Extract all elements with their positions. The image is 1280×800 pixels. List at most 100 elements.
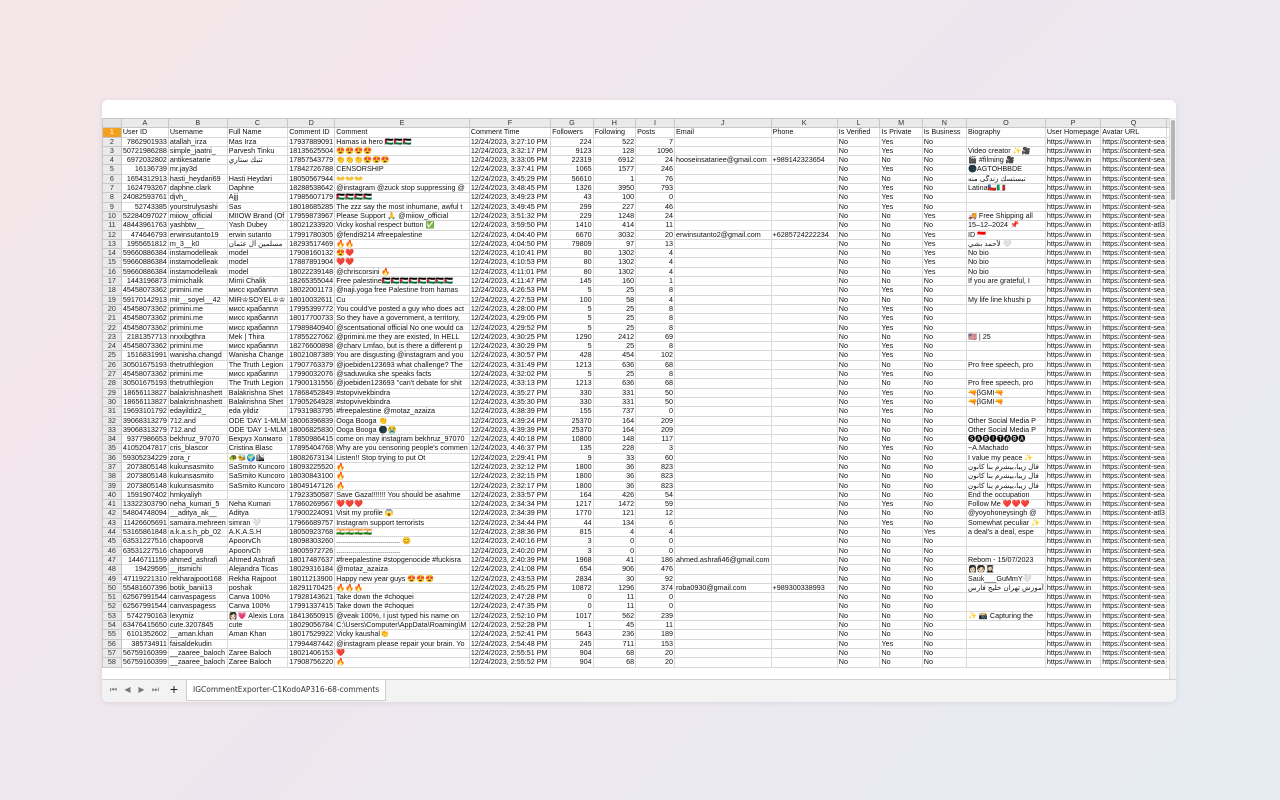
cell[interactable]: No: [921, 592, 967, 603]
cell[interactable]: Biography: [965, 127, 1046, 138]
column-header[interactable]: M: [879, 117, 923, 129]
cell[interactable]: 904: [550, 657, 594, 668]
cell[interactable]: [770, 238, 838, 250]
cell[interactable]: No: [921, 387, 967, 398]
cell[interactable]: https://www.in: [1044, 183, 1102, 194]
row-number[interactable]: 34: [102, 434, 122, 445]
cell[interactable]: primini.me: [167, 322, 228, 333]
cell[interactable]: 44: [550, 517, 594, 529]
cell[interactable]: 3950: [592, 183, 637, 194]
cell[interactable]: No: [921, 173, 967, 185]
cell[interactable]: Daphne: [226, 183, 289, 194]
cell[interactable]: 12/24/2023, 4:04:40 PM: [468, 229, 552, 240]
cell[interactable]: 19693101792: [120, 406, 169, 417]
row-number[interactable]: 26: [102, 359, 122, 371]
cell[interactable]: No: [879, 220, 923, 231]
cell[interactable]: No bio: [965, 248, 1046, 259]
cell[interactable]: [673, 461, 772, 473]
cell[interactable]: 11: [635, 220, 675, 231]
cell[interactable]: 🔥: [334, 461, 470, 473]
row-number[interactable]: 5: [102, 164, 122, 175]
cell[interactable]: 18265355044: [287, 276, 336, 287]
cell[interactable]: [673, 424, 772, 436]
cell[interactable]: My life line khushi p: [965, 294, 1046, 305]
cell[interactable]: https://scontent-sea: [1100, 164, 1167, 175]
cell[interactable]: 1654312913: [120, 173, 169, 185]
cell[interactable]: 18005972726: [287, 545, 336, 556]
cell[interactable]: Other Social Media P: [965, 424, 1046, 436]
cell[interactable]: https://scontent-sea: [1100, 183, 1167, 194]
cell[interactable]: 1968: [550, 554, 594, 566]
cell[interactable]: 18050923768: [287, 527, 336, 538]
cell[interactable]: https://scontent-sea: [1100, 192, 1167, 203]
cell[interactable]: 12/24/2023, 4:39:24 PM: [468, 415, 552, 426]
cell[interactable]: __aman.khan: [167, 629, 228, 640]
cell[interactable]: No: [836, 210, 881, 222]
cell[interactable]: The Truth Legion: [226, 378, 289, 389]
cell[interactable]: 12/24/2023, 3:49:23 PM: [468, 192, 552, 203]
cell[interactable]: https://www.in: [1044, 573, 1102, 584]
cell[interactable]: atallah_irza: [167, 136, 228, 147]
cell[interactable]: No: [879, 564, 923, 575]
cell[interactable]: [770, 415, 838, 426]
cell[interactable]: model: [226, 257, 289, 268]
cell[interactable]: 5742790163: [120, 610, 169, 622]
cell[interactable]: ~A.Machado: [965, 443, 1046, 454]
row-number[interactable]: 4: [102, 155, 122, 166]
cell[interactable]: 68: [635, 378, 675, 389]
cell[interactable]: [770, 647, 838, 659]
cell[interactable]: 1410: [550, 220, 594, 231]
cell[interactable]: 59170142913: [120, 294, 169, 305]
cell[interactable]: 12/24/2023, 4:11:47 PM: [468, 276, 552, 287]
cell[interactable]: Yes: [879, 285, 923, 296]
cell[interactable]: No: [836, 638, 881, 649]
row-number[interactable]: 8: [102, 192, 122, 203]
row-number[interactable]: 29: [102, 387, 122, 398]
cell[interactable]: https://scontent-sea: [1100, 461, 1167, 473]
cell[interactable]: No: [921, 155, 967, 166]
cell[interactable]: 17990032076: [287, 368, 336, 380]
cell[interactable]: ❤️❤️: [334, 257, 470, 268]
cell[interactable]: No: [921, 303, 967, 315]
cell[interactable]: No: [921, 480, 967, 491]
cell[interactable]: No: [836, 592, 881, 603]
cell[interactable]: 🔥🔥🔥: [334, 582, 470, 594]
cell[interactable]: No: [921, 220, 967, 231]
cell[interactable]: فال زیبا،بیشرم بنا کانون: [965, 461, 1046, 473]
row-number[interactable]: 17: [102, 276, 122, 287]
cell[interactable]: erwinsutanto19: [167, 229, 228, 240]
cell[interactable]: 1213: [550, 378, 594, 389]
cell[interactable]: 59: [635, 499, 675, 510]
cell[interactable]: 8: [635, 341, 675, 352]
cell[interactable]: [673, 499, 772, 510]
cell[interactable]: https://www.in: [1044, 517, 1102, 529]
row-number[interactable]: 36: [102, 452, 122, 464]
cell[interactable]: No: [836, 657, 881, 668]
cell[interactable]: [673, 480, 772, 491]
cell[interactable]: 1446711159: [120, 554, 169, 566]
cell[interactable]: [965, 341, 1046, 352]
cell[interactable]: @motaz_azaiza: [334, 564, 470, 575]
cell[interactable]: [770, 536, 838, 547]
cell[interactable]: 25370: [550, 424, 594, 436]
cell[interactable]: 30501675193: [120, 378, 169, 389]
cell[interactable]: @yoyohoneysingh @: [965, 508, 1046, 519]
cell[interactable]: 209: [635, 424, 675, 436]
cell[interactable]: 12/24/2023, 4:46:37 PM: [468, 443, 552, 454]
cell[interactable]: 1624793267: [120, 183, 169, 194]
cell[interactable]: No: [836, 145, 881, 157]
cell[interactable]: __zaaree_baloch: [167, 647, 228, 659]
cell[interactable]: 12: [635, 508, 675, 519]
cell[interactable]: primini.me: [167, 313, 228, 324]
cell[interactable]: 🔥🔥: [334, 238, 470, 250]
cell[interactable]: Alejandra Ticas: [226, 564, 289, 575]
cell[interactable]: No: [921, 331, 967, 343]
cell[interactable]: 45458073362: [120, 341, 169, 352]
cell[interactable]: 5: [550, 368, 594, 380]
cell[interactable]: 18288538642: [287, 183, 336, 194]
cell[interactable]: https://scontent-sea: [1100, 554, 1167, 566]
cell[interactable]: 18017700733: [287, 313, 336, 324]
cell[interactable]: 56759160399: [120, 657, 169, 668]
cell[interactable]: [673, 638, 772, 649]
cell[interactable]: Ahmed Ashrafi: [226, 554, 289, 566]
